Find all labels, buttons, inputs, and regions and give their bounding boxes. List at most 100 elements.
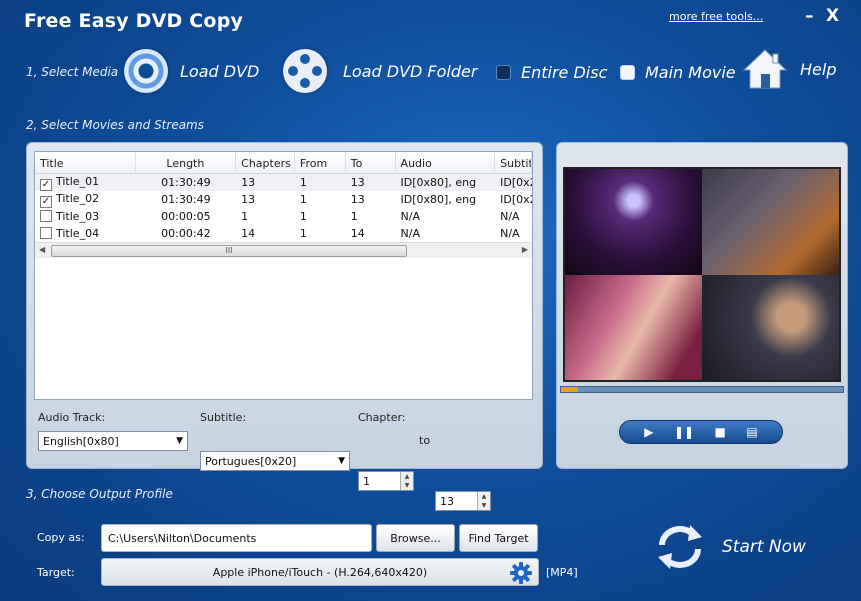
play-icon[interactable]: ▶ [644,425,653,439]
horizontal-scrollbar[interactable]: ◀ III ▶ [35,242,532,258]
cell-subtitle: ID[0x2 [500,176,532,189]
cell-audio: ID[0x80], eng [400,193,477,206]
playback-progress-fill [561,387,578,392]
cell-chapters: 13 [241,193,256,206]
table-row[interactable]: ✓ Title_02 01:30:49 13 1 13 ID[0x80], eng ID[0x… [35,191,532,208]
playback-progress[interactable] [560,386,844,393]
cell-chapters: 1 [241,210,249,223]
step-up-icon[interactable]: ▲ [477,492,490,501]
scroll-thumb[interactable]: III [51,245,407,257]
chevron-down-icon: ▼ [338,456,345,466]
titles-list-header: Title Length Chapters From To Audio Subt… [35,152,532,174]
main-movie-checkbox-icon [620,65,635,80]
cell-length: 00:00:05 [161,210,211,223]
row-checkbox[interactable] [40,227,52,239]
entire-disc-checkbox-icon [496,65,511,80]
cell-title: ✓ Title_01 [35,175,136,191]
row-title: Title_03 [56,210,100,223]
stop-icon[interactable]: ■ [715,425,726,439]
col-length[interactable]: Length [136,152,237,173]
step-down-icon[interactable]: ▼ [477,501,490,510]
step1-label: 1, Select Media [26,65,119,79]
more-tools-link[interactable]: more free tools... [669,10,763,23]
cell-audio: N/A [400,210,420,223]
cell-to: 13 [350,193,365,206]
table-row[interactable]: ✓ Title_01 01:30:49 13 1 13 ID[0x80], eng ID[0x… [35,174,532,191]
main-movie-option[interactable]: Main Movie [620,63,736,82]
target-profile-value: Apple iPhone/iTouch - (H.264,640x420) [212,566,428,579]
audio-track-label: Audio Track: [38,411,106,424]
cell-length: 01:30:49 [161,193,211,206]
start-now-label: Start Now [722,537,806,557]
entire-disc-label: Entire Disc [521,63,608,82]
browse-button[interactable]: Browse... [376,524,455,552]
row-checkbox[interactable]: ✓ [40,195,52,208]
cell-subtitle: N/A [500,227,520,240]
app-title: Free Easy DVD Copy [24,10,244,32]
cell-from: 1 [299,210,307,223]
chevron-down-icon: ▼ [176,436,183,446]
preview-panel: ▶ ❚❚ ■ ▤ [556,142,848,469]
cell-to: 14 [350,227,365,240]
scroll-left-icon[interactable]: ◀ [39,245,45,254]
copy-as-path-input[interactable]: C:\Users\Nilton\Documents [101,524,372,552]
row-checkbox[interactable]: ✓ [40,178,52,191]
load-dvd-folder-button[interactable]: Load DVD Folder [283,49,477,93]
pause-icon[interactable]: ❚❚ [674,425,694,439]
step-down-icon[interactable]: ▼ [400,481,413,490]
cell-subtitle: ID[0x2 [500,193,532,206]
audio-track-select[interactable]: English[0x80] ▼ [38,431,188,451]
minimize-button[interactable]: – [805,6,814,26]
help-button[interactable]: Help [742,48,836,90]
step-up-icon[interactable]: ▲ [400,472,413,481]
cell-length: 00:00:42 [161,227,211,240]
subtitle-label: Subtitle: [200,411,247,424]
titles-list[interactable]: Title Length Chapters From To Audio Subt… [34,151,533,400]
snapshot-icon[interactable]: ▤ [746,425,757,439]
chapter-from-stepper[interactable]: 1 ▲ ▼ [358,471,414,491]
film-reel-icon [283,49,327,93]
target-profile-select[interactable]: Apple iPhone/iTouch - (H.264,640x420) [101,558,539,586]
subtitle-select[interactable]: Portugues[0x20] ▼ [200,451,350,471]
table-row[interactable]: Title_04 00:00:42 14 1 14 N/A N/A [35,225,532,242]
cell-length: 01:30:49 [161,176,211,189]
chapter-to-value: 13 [440,495,454,508]
col-from[interactable]: From [295,152,346,173]
row-title: Title_04 [56,227,100,240]
scroll-right-icon[interactable]: ▶ [522,245,528,254]
load-dvd-label: Load DVD [180,61,260,81]
cell-chapters: 13 [241,176,256,189]
entire-disc-option[interactable]: Entire Disc [496,63,607,82]
table-row[interactable]: Title_03 00:00:05 1 1 1 N/A N/A [35,208,532,225]
audio-track-value: English[0x80] [43,435,119,448]
streams-panel: Title Length Chapters From To Audio Subt… [26,142,543,511]
cell-title: Title_04 [35,227,136,240]
col-chapters[interactable]: Chapters [236,152,295,173]
cell-from: 1 [299,193,307,206]
load-dvd-button[interactable]: Load DVD [124,49,259,93]
col-audio[interactable]: Audio [396,152,496,173]
format-badge: [MP4] [546,566,578,579]
find-target-button[interactable]: Find Target [459,524,538,552]
cell-subtitle: N/A [500,210,520,223]
col-to[interactable]: To [346,152,396,173]
close-button[interactable]: X [826,6,839,26]
step3-label: 3, Choose Output Profile [26,487,173,501]
cell-audio: N/A [400,227,420,240]
gear-icon[interactable] [510,562,532,584]
subtitle-value: Portugues[0x20] [205,455,297,468]
titles-list-body: ✓ Title_01 01:30:49 13 1 13 ID[0x80], eng ID[0x… [35,174,532,242]
row-checkbox[interactable] [40,210,52,222]
col-title[interactable]: Title [35,152,136,173]
row-title: Title_02 [56,191,100,205]
col-subtitle[interactable]: Subtitl [495,152,532,173]
chapter-label: Chapter: [358,411,406,424]
start-now-button[interactable]: Start Now [654,523,806,571]
player-controls: ▶ ❚❚ ■ ▤ [619,420,783,444]
chapter-to-stepper[interactable]: 13 ▲ ▼ [435,491,491,511]
cell-chapters: 14 [241,227,256,240]
refresh-arrows-icon [658,525,702,569]
cell-from: 1 [299,227,307,240]
cell-title: Title_03 [35,210,136,223]
home-help-icon [742,49,788,89]
